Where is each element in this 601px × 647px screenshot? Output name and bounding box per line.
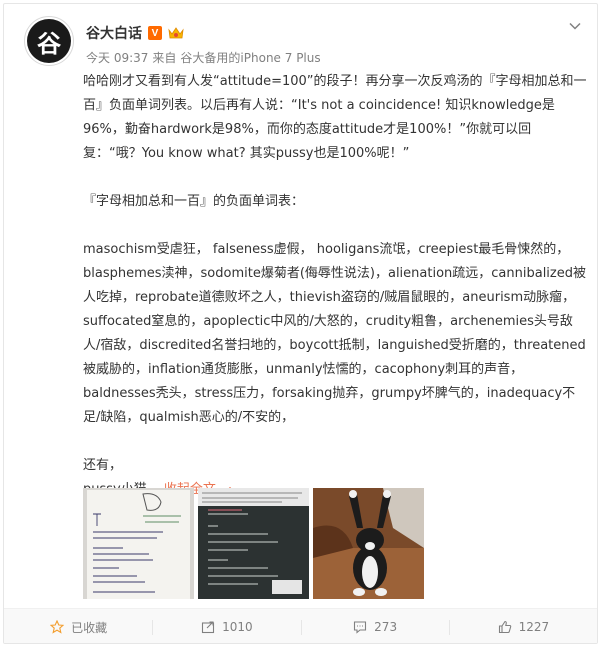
favorite-label: 已收藏 <box>71 620 108 635</box>
action-bar: 已收藏 1010 273 1227 <box>4 608 597 643</box>
verified-badge-icon[interactable]: V <box>148 26 162 40</box>
post-paragraph-heading: 『字母相加总和一百』的负面单词表： <box>83 194 305 209</box>
author-row: 谷大白话 V <box>86 22 184 44</box>
avatar[interactable]: 谷 <box>24 16 74 66</box>
like-count: 1227 <box>518 620 550 634</box>
repost-icon <box>200 619 216 635</box>
crown-badge-icon[interactable] <box>168 26 184 40</box>
photo-thumbnail-chalkboard[interactable] <box>198 488 309 599</box>
repost-button[interactable]: 1010 <box>152 609 300 643</box>
favorite-button[interactable]: 已收藏 <box>4 609 152 643</box>
comment-button[interactable]: 273 <box>300 609 449 643</box>
post-paragraph-also: 还有， <box>83 458 123 473</box>
thumbs-up-icon <box>497 619 513 635</box>
photo-thumbnail-cat[interactable] <box>313 488 424 599</box>
weibo-post-card: 谷 谷大白话 V 今天 09:37 来自 谷大备用的iPhone 7 Plus … <box>3 3 598 644</box>
post-source[interactable]: 谷大备用的iPhone 7 Plus <box>180 49 320 66</box>
chevron-down-icon[interactable] <box>567 18 583 34</box>
star-icon <box>49 619 65 635</box>
post-time[interactable]: 今天 09:37 <box>86 49 148 66</box>
source-prefix: 来自 <box>152 51 177 65</box>
comment-icon <box>352 619 368 635</box>
post-meta: 今天 09:37 来自 谷大备用的iPhone 7 Plus <box>86 49 321 66</box>
photo-grid <box>83 488 424 599</box>
username[interactable]: 谷大白话 <box>86 23 142 43</box>
post-paragraph-intro: 哈哈刚才又看到有人发“attitude=100”的段子！再分享一次反鸡汤的『字母… <box>83 74 587 161</box>
photo-thumbnail-whiteboard[interactable] <box>83 488 194 599</box>
repost-count: 1010 <box>222 620 253 634</box>
post-content: 哈哈刚才又看到有人发“attitude=100”的段子！再分享一次反鸡汤的『字母… <box>83 70 589 502</box>
comment-count: 273 <box>374 620 398 634</box>
post-paragraph-wordlist: masochism受虐狂， falseness虚假， hooligans流氓，c… <box>83 242 586 425</box>
avatar-logo: 谷 <box>27 19 71 63</box>
like-button[interactable]: 1227 <box>448 609 597 643</box>
